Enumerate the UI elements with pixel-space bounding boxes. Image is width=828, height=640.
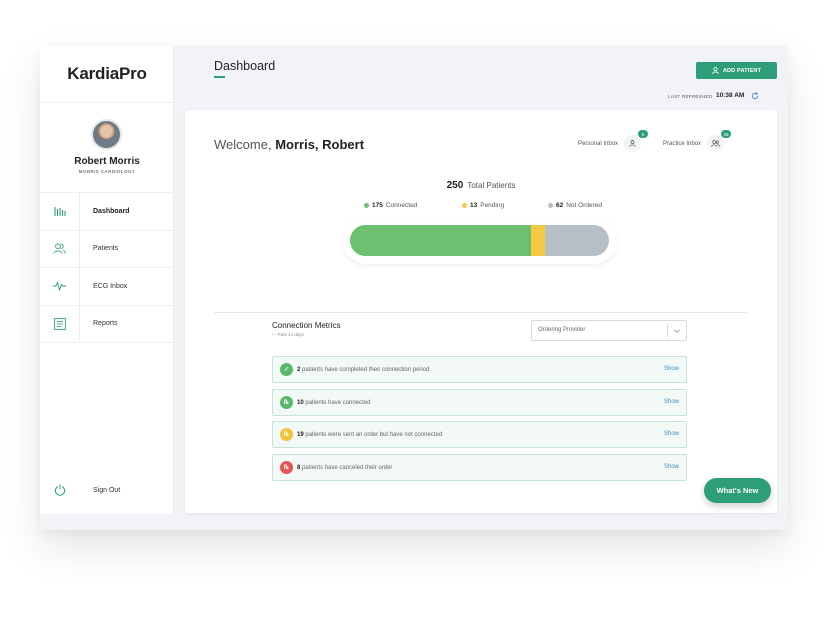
metric-description: patients have completed their connection… xyxy=(302,366,430,373)
bar-segment-not-ordered xyxy=(544,225,609,256)
last-refreshed-label: LAST REFRESHED xyxy=(668,94,713,99)
chevron-down-icon xyxy=(674,329,680,333)
user-profile: Robert Morris MORRIS CARDIOLOGY xyxy=(40,103,174,193)
personal-inbox[interactable]: Personal Inbox 6 xyxy=(578,130,649,152)
section-divider xyxy=(214,312,747,313)
sidebar-item-dashboard[interactable]: Dashboard xyxy=(40,193,174,231)
app-logo: KardiaPro xyxy=(40,46,174,103)
connected-dot xyxy=(364,203,369,208)
personal-inbox-badge: 6 xyxy=(638,130,649,138)
metric-row-canceled: ℞ 8 patients have canceled their order S… xyxy=(272,454,687,481)
rx-red-icon: ℞ xyxy=(280,461,293,474)
user-name: Robert Morris xyxy=(74,156,140,167)
practice-inbox-badge: 45 xyxy=(721,130,732,138)
sidebar-item-ecg-inbox[interactable]: ECG Inbox xyxy=(40,268,174,306)
metric-count: 8 xyxy=(297,464,301,471)
metric-count: 10 xyxy=(297,399,304,406)
add-patient-button[interactable]: ADD PATIENT xyxy=(696,62,777,79)
metric-description: patients have canceled their order xyxy=(302,464,393,471)
show-link[interactable]: Show xyxy=(664,431,679,437)
metric-row-completed: ✓ 2 patients have completed their connec… xyxy=(272,356,687,383)
metric-description: patients have connected xyxy=(305,399,371,406)
pending-value: 13 xyxy=(470,202,478,209)
bar-segment-connected xyxy=(350,225,532,256)
show-link[interactable]: Show xyxy=(664,366,679,372)
people-icon xyxy=(40,230,80,267)
title-underline xyxy=(214,76,225,78)
show-link[interactable]: Show xyxy=(664,399,679,405)
legend-pending: 13 Pending xyxy=(462,202,504,209)
pulse-icon xyxy=(40,268,80,305)
dropdown-value: Ordering Provider xyxy=(538,327,586,333)
sign-out-button[interactable]: Sign Out xyxy=(40,482,174,498)
sidebar-item-label: ECG Inbox xyxy=(93,282,128,290)
show-link[interactable]: Show xyxy=(664,464,679,470)
bar-segment-pending xyxy=(531,225,545,256)
metric-row-not-connected: ℞ 19 patients were sent an order but hav… xyxy=(272,421,687,448)
connection-metrics-subtitle: — Past 14 days xyxy=(272,332,304,337)
metric-text: 19 patients were sent an order but have … xyxy=(297,432,442,438)
rx-green-icon: ℞ xyxy=(280,396,293,409)
whats-new-button[interactable]: What's New xyxy=(704,478,771,503)
metric-row-connected: ℞ 10 patients have connected Show xyxy=(272,389,687,416)
app-window: KardiaPro Robert Morris MORRIS CARDIOLOG… xyxy=(40,46,788,530)
dropdown-separator xyxy=(667,324,668,337)
metric-text: 8 patients have canceled their order xyxy=(297,465,392,471)
rx-yellow-icon: ℞ xyxy=(280,428,293,441)
power-icon xyxy=(40,482,80,498)
legend-not-ordered: 62 Not Ordered xyxy=(548,202,602,209)
metric-count: 2 xyxy=(297,366,301,373)
total-patients-value: 250 xyxy=(446,180,464,191)
sidebar-nav: Dashboard Patients ECG Inbox Reports xyxy=(40,193,174,343)
group-icon: 45 xyxy=(707,130,732,152)
dashboard-card: Welcome, Morris, Robert Personal Inbox 6… xyxy=(185,110,777,513)
add-patient-label: ADD PATIENT xyxy=(722,67,762,74)
legend-connected: 175 Connected xyxy=(364,202,417,209)
sidebar: KardiaPro Robert Morris MORRIS CARDIOLOG… xyxy=(40,46,174,514)
connected-value: 175 xyxy=(372,202,383,209)
user-organization: MORRIS CARDIOLOGY xyxy=(78,169,136,174)
last-refreshed-time: 10:38 AM xyxy=(716,92,745,99)
report-icon xyxy=(40,305,80,342)
metric-count: 19 xyxy=(297,431,304,438)
sidebar-item-label: Reports xyxy=(93,320,118,328)
sidebar-item-label: Dashboard xyxy=(93,207,130,215)
refresh-icon[interactable] xyxy=(751,92,759,100)
practice-inbox-label: Practice Inbox xyxy=(663,140,702,147)
avatar[interactable] xyxy=(91,119,122,150)
sidebar-item-patients[interactable]: Patients xyxy=(40,230,174,268)
metric-text: 10 patients have connected xyxy=(297,400,370,406)
ordering-provider-dropdown[interactable]: Ordering Provider xyxy=(531,320,687,341)
not-ordered-value: 62 xyxy=(556,202,564,209)
pending-label: Pending xyxy=(480,202,505,209)
not-ordered-label: Not Ordered xyxy=(566,202,603,209)
welcome-message: Welcome, Morris, Robert xyxy=(214,137,364,152)
connection-metrics-title: Connection Metrics xyxy=(272,321,341,330)
sign-out-label: Sign Out xyxy=(93,486,121,494)
personal-inbox-label: Personal Inbox xyxy=(578,140,619,147)
patient-status-bar xyxy=(350,225,609,256)
pending-dot xyxy=(462,203,467,208)
total-patients-label: Total Patients xyxy=(467,181,516,190)
welcome-prefix: Welcome, xyxy=(214,137,272,152)
metric-description: patients were sent an order but have not… xyxy=(305,431,443,438)
patient-status-chart xyxy=(343,218,617,264)
not-ordered-dot xyxy=(548,203,553,208)
metric-text: 2 patients have completed their connecti… xyxy=(297,367,429,373)
bar-chart-icon xyxy=(40,193,80,230)
sidebar-item-label: Patients xyxy=(93,245,119,253)
page-title: Dashboard xyxy=(214,59,276,73)
sidebar-item-reports[interactable]: Reports xyxy=(40,305,174,343)
total-patients: 250 Total Patients xyxy=(185,180,777,191)
welcome-name: Morris, Robert xyxy=(275,137,365,152)
person-icon: 6 xyxy=(624,130,649,152)
add-user-icon xyxy=(712,67,719,74)
practice-inbox[interactable]: Practice Inbox 45 xyxy=(663,130,732,152)
connected-label: Connected xyxy=(385,202,418,209)
check-circle-icon: ✓ xyxy=(280,363,293,376)
